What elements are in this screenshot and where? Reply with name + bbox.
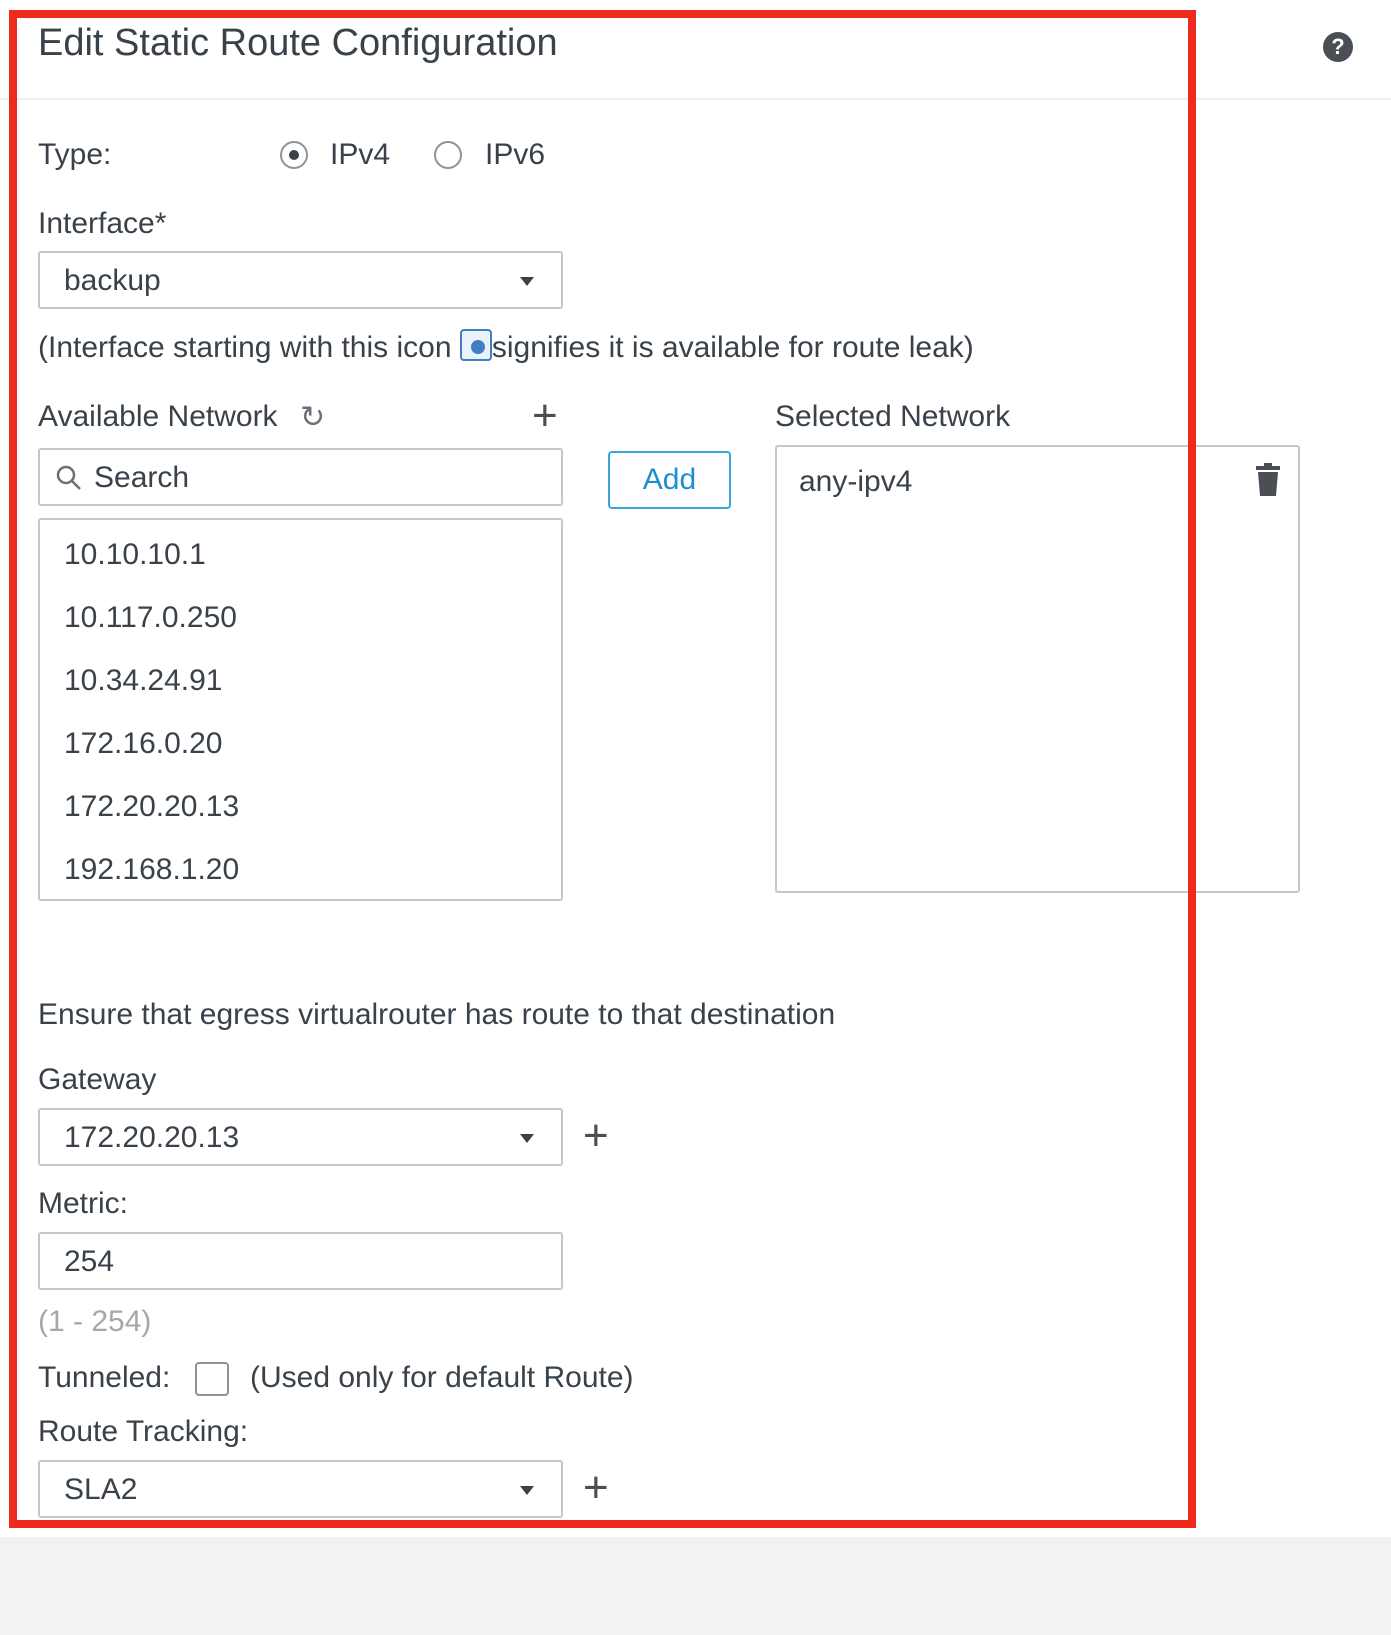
dialog-title: Edit Static Route Configuration [38, 22, 558, 64]
metric-input[interactable]: 254 [38, 1232, 563, 1290]
list-item[interactable]: 172.20.20.13 [64, 790, 239, 824]
gateway-select[interactable]: 172.20.20.13 [38, 1108, 563, 1166]
list-item[interactable]: 172.16.0.20 [64, 727, 222, 761]
interface-label: Interface* [38, 207, 167, 240]
add-button[interactable]: Add [608, 451, 731, 509]
tunneled-note: (Used only for default Route) [250, 1361, 634, 1394]
interface-select[interactable]: backup [38, 251, 563, 309]
add-network-plus-icon[interactable]: + [532, 394, 558, 438]
list-item[interactable]: 10.34.24.91 [64, 664, 222, 698]
tunneled-label: Tunneled: [38, 1361, 171, 1394]
metric-range-hint: (1 - 254) [38, 1305, 152, 1338]
gateway-label: Gateway [38, 1063, 157, 1096]
search-icon [56, 465, 81, 490]
radio-ipv6[interactable] [434, 141, 462, 169]
question-circle-icon[interactable]: ? [1323, 32, 1353, 62]
selected-network-item: any-ipv4 [799, 465, 913, 498]
route-leak-icon [459, 329, 492, 361]
interface-note-end: signifies it is available for route leak… [491, 331, 974, 364]
available-network-list[interactable]: 10.10.10.1 10.117.0.250 10.34.24.91 172.… [38, 518, 563, 901]
radio-ipv4-label: IPv4 [330, 138, 391, 171]
route-tracking-select-value: SLA2 [64, 1473, 138, 1506]
add-gateway-plus-icon[interactable]: + [583, 1114, 609, 1158]
tunneled-checkbox[interactable] [195, 1362, 229, 1396]
metric-label: Metric: [38, 1187, 128, 1220]
interface-select-value: backup [64, 264, 161, 297]
trash-icon[interactable] [1255, 463, 1281, 497]
list-item[interactable]: 192.168.1.20 [64, 853, 239, 887]
route-tracking-label: Route Tracking: [38, 1415, 249, 1448]
metric-input-value: 254 [64, 1245, 115, 1278]
radio-ipv4[interactable] [280, 141, 308, 169]
selected-network-label: Selected Network [775, 400, 1011, 433]
chevron-down-icon [520, 1134, 534, 1143]
radio-ipv6-label: IPv6 [485, 138, 546, 171]
interface-note: (Interface starting with this icon signi… [38, 329, 974, 365]
egress-note: Ensure that egress virtualrouter has rou… [38, 998, 836, 1031]
search-placeholder: Search [94, 461, 190, 494]
refresh-icon[interactable]: ↻ [300, 400, 325, 435]
available-network-label: Available Network [38, 400, 278, 433]
interface-note-start: (Interface starting with this icon [38, 331, 460, 364]
chevron-down-icon [520, 277, 534, 286]
add-route-tracking-plus-icon[interactable]: + [583, 1466, 609, 1510]
gateway-select-value: 172.20.20.13 [64, 1121, 240, 1154]
chevron-down-icon [520, 1486, 534, 1495]
selected-network-list[interactable]: any-ipv4 [775, 445, 1300, 893]
available-network-search[interactable]: Search [38, 448, 563, 506]
dialog-footer [0, 1537, 1391, 1635]
list-item[interactable]: 10.10.10.1 [64, 538, 206, 572]
route-tracking-select[interactable]: SLA2 [38, 1460, 563, 1518]
type-label: Type: [38, 138, 112, 171]
list-item[interactable]: 10.117.0.250 [64, 601, 237, 635]
